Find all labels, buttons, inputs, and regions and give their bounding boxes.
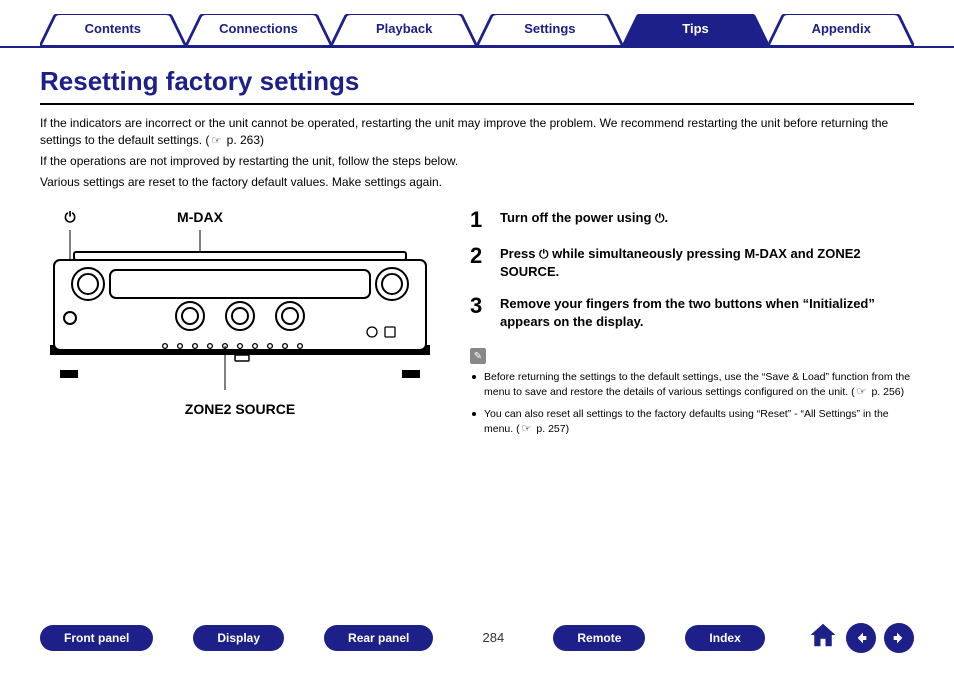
tab-contents[interactable]: Contents [40,14,186,46]
title-rule [40,103,914,105]
tab-settings-label: Settings [524,21,575,36]
display-button[interactable]: Display [193,625,284,651]
tab-contents-label: Contents [85,21,141,36]
hand-icon: ☞ [522,422,532,438]
index-button[interactable]: Index [685,625,764,651]
step-3: 3 Remove your fingers from the two butto… [470,295,914,331]
prev-page-button[interactable] [846,623,876,653]
intro-p1-b: ) [260,133,264,147]
intro-p2: If the operations are not improved by re… [40,153,914,170]
step-1: 1 Turn off the power using ⏻. [470,209,914,231]
power-icon: ⏻ [539,247,549,261]
power-icon: ⏻ [64,209,75,225]
intro-p3: Various settings are reset to the factor… [40,174,914,191]
tab-appendix[interactable]: Appendix [768,14,914,46]
intro-p1: If the indicators are incorrect or the u… [40,115,914,149]
step-2: 2 Press ⏻ while simultaneously pressing … [470,245,914,281]
main-content: Resetting factory settings If the indica… [0,48,954,444]
pencil-icon: ✎ [470,348,486,364]
tab-connections-label: Connections [219,21,298,36]
top-tabs: Contents Connections Playback Settings T… [0,0,954,48]
next-page-button[interactable] [884,623,914,653]
rear-panel-button[interactable]: Rear panel [324,625,433,651]
diagram-label-power: ⏻ [40,209,100,226]
diagram-label-mdax: M-DAX [100,209,300,226]
diagram-label-zone2: ZONE2 SOURCE [40,401,440,417]
tab-tips-label: Tips [682,21,709,36]
note-2: You can also reset all settings to the f… [484,407,914,438]
step-1-num: 1 [470,209,486,231]
page-title: Resetting factory settings [40,66,914,97]
step-3-num: 3 [470,295,486,331]
hand-icon: ☞ [211,134,221,149]
intro-p1-a: If the indicators are incorrect or the u… [40,116,888,147]
hand-icon: ☞ [857,385,867,401]
device-illustration [40,230,440,390]
remote-button[interactable]: Remote [553,625,645,651]
note-2-ref[interactable]: p. 257 [536,423,565,435]
tab-tips[interactable]: Tips [623,14,769,46]
tab-playback-label: Playback [376,21,432,36]
intro-text: If the indicators are incorrect or the u… [40,115,914,191]
step-3-text: Remove your fingers from the two buttons… [500,295,914,331]
bottom-bar: Front panel Display Rear panel 284 Remot… [0,620,954,655]
tab-appendix-label: Appendix [812,21,871,36]
note-1-ref[interactable]: p. 256 [871,386,900,398]
note-1: Before returning the settings to the def… [484,370,914,401]
step-2-text: Press ⏻ while simultaneously pressing M-… [500,245,914,281]
step-1-text: Turn off the power using ⏻. [500,209,914,231]
notes-section: ✎ Before returning the settings to the d… [470,346,914,439]
tab-settings[interactable]: Settings [477,14,623,46]
tab-connections[interactable]: Connections [186,14,332,46]
home-icon[interactable] [808,620,838,655]
device-diagram: ⏻ M-DAX [40,209,440,445]
power-icon: ⏻ [655,211,665,225]
steps-column: 1 Turn off the power using ⏻. 2 Press ⏻ … [470,209,914,445]
page-number: 284 [473,630,513,645]
intro-p1-ref[interactable]: p. 263 [227,133,260,147]
front-panel-button[interactable]: Front panel [40,625,153,651]
tab-playback[interactable]: Playback [331,14,477,46]
step-2-num: 2 [470,245,486,281]
